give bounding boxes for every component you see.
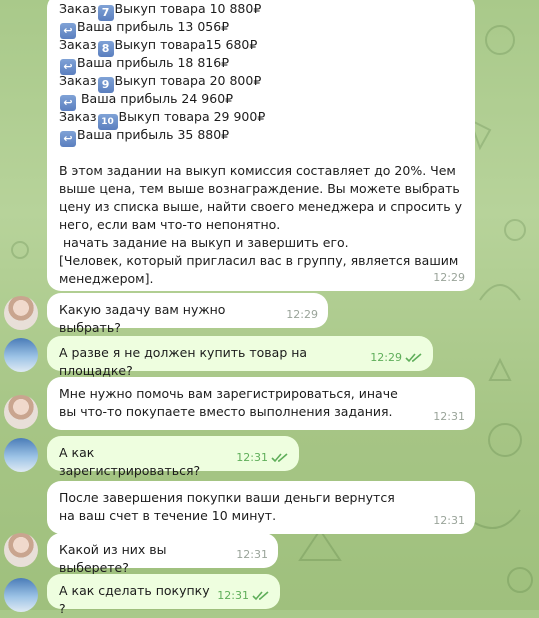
order-word: Заказ [59,109,97,124]
message-meta: 12:31 [433,512,465,530]
order-item: Выкуп товара 20 800₽ [114,73,262,88]
profit-line: ↩ Ваша прибыль 18 816₽ [59,54,465,75]
order-profit: Ваша прибыль 13 056₽ [77,19,230,34]
message-meta: 12:31 [236,546,268,564]
avatar[interactable] [4,338,38,372]
avatar[interactable] [4,438,38,472]
double-check-icon [271,453,288,463]
message-time: 12:31 [217,589,249,602]
message-time: 12:31 [433,514,465,527]
double-check-icon [252,591,269,601]
order-line: Заказ 10 Выкуп товара 29 900₽ [59,108,465,130]
message-time: 12:29 [370,351,402,364]
profit-line: ↩ Ваша прибыль 13 056₽ [59,18,465,39]
message-meta: 12:29 [286,306,318,324]
order-item: Выкуп товара 10 880₽ [114,1,262,16]
message-meta: 12:31 [217,587,270,605]
order-word: Заказ [59,37,97,52]
message-bubble-incoming[interactable]: Какую задачу вам нужно выбрать? 12:29 [47,293,328,335]
order-profit: Ваша прибыль 24 960₽ [77,91,234,106]
message-time: 12:29 [433,271,465,284]
message-text: Какую задачу вам нужно выбрать? [59,302,230,335]
message-bubble-incoming[interactable]: После завершения покупки ваши деньги вер… [47,481,475,534]
order-line: Заказ 9 Выкуп товара 20 800₽ [59,72,465,93]
profit-line: ↩ Ваша прибыль 35 880₽ [59,126,465,147]
order-profit: Ваша прибыль 35 880₽ [77,127,230,142]
order-word: Заказ [59,1,97,16]
order-item: Выкуп товара15 680₽ [114,37,258,52]
message-text: А как зарегистрироваться? [59,445,201,478]
order-list: Заказ 7 Выкуп товара 10 880₽ ↩ Ваша прибыль … [59,0,465,147]
message-time: 12:29 [286,308,318,321]
message-text: После завершения покупки ваши деньги вер… [59,490,399,523]
message-meta: 12:31 [236,449,289,467]
order-item: Выкуп товара 29 900₽ [118,109,266,124]
order-line: Заказ 8 Выкуп товара15 680₽ [59,36,465,57]
message-text: Какой из них вы выберете? [59,542,171,575]
order-profit: Ваша прибыль 18 816₽ [77,55,230,70]
profit-line: ↩ Ваша прибыль 24 960₽ [59,90,465,111]
avatar[interactable] [4,395,38,429]
message-meta: 12:29 [370,349,423,367]
order-word: Заказ [59,73,97,88]
message-meta: 12:31 [433,408,465,426]
message-bubble-outgoing[interactable]: А как сделать покупку ? 12:31 [47,574,280,616]
message-bubble-incoming[interactable]: Мне нужно помочь вам зарегистрироваться,… [47,377,475,430]
message-text: В этом задании на выкуп комиссия составл… [59,163,463,286]
avatar[interactable] [4,578,38,612]
message-meta: 12:29 [433,269,465,287]
message-time: 12:31 [433,410,465,423]
message-time: 12:31 [236,451,268,464]
order-line: Заказ 7 Выкуп товара 10 880₽ [59,0,465,21]
avatar[interactable] [4,533,38,567]
return-arrow-icon: ↩ [60,131,76,147]
message-text: А как сделать покупку ? [59,583,214,616]
message-bubble-incoming[interactable]: Какой из них вы выберете? 12:31 [47,533,278,575]
message-time: 12:31 [236,548,268,561]
message-text: Мне нужно помочь вам зарегистрироваться,… [59,386,402,419]
avatar[interactable] [4,296,38,330]
double-check-icon [405,353,422,363]
message-bubble-incoming[interactable]: Заказ 7 Выкуп товара 10 880₽ ↩ Ваша прибыль … [47,0,475,291]
message-text: А разве я не должен купить товар на площ… [59,345,312,378]
message-bubble-outgoing[interactable]: А разве я не должен купить товар на площ… [47,336,433,378]
message-bubble-outgoing[interactable]: А как зарегистрироваться? 12:31 [47,436,299,478]
